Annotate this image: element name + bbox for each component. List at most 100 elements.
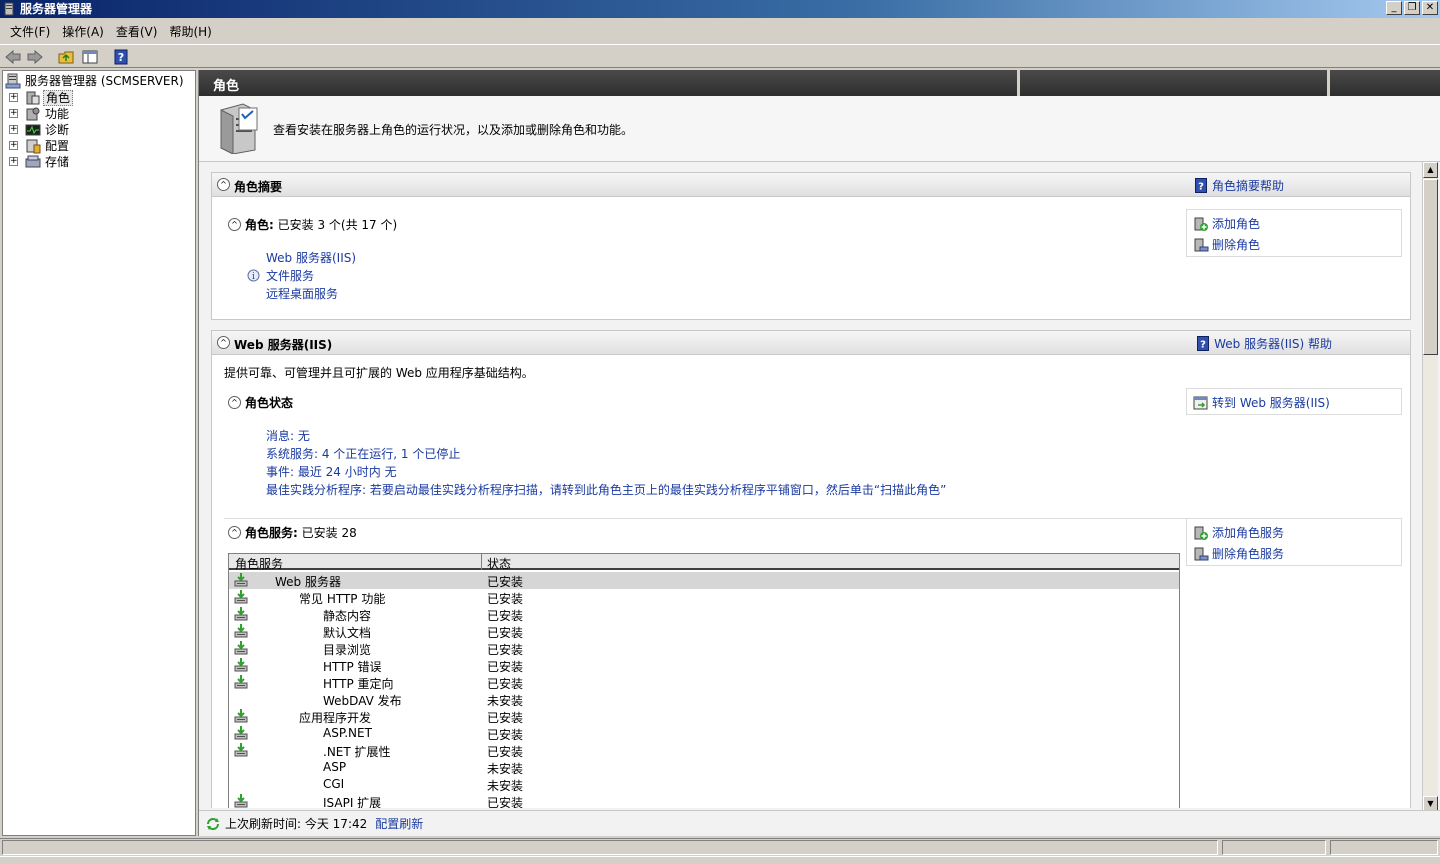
tree-item-configuration[interactable]: + 配置 [9, 138, 71, 154]
info-icon: i [247, 269, 260, 285]
help-icon[interactable]: ? [112, 48, 130, 66]
role-service-status: 已安装 [487, 626, 524, 640]
installed-role-service-icon [233, 640, 249, 656]
table-row[interactable]: ASP.NET 已安装 [229, 725, 1179, 742]
role-service-status: 已安装 [487, 745, 524, 759]
remove-roles-button[interactable]: 删除角色 [1193, 236, 1260, 253]
role-services-list[interactable]: 角色服务 状态 Web 服务器 已安装 常见 HTTP 功能 已安装 静态内容 已安装 默认… [228, 553, 1180, 808]
expand-icon[interactable]: + [9, 109, 18, 118]
taskbar-edge [0, 856, 1440, 864]
table-row[interactable]: Web 服务器 已安装 [229, 572, 1179, 589]
server-manager-icon [4, 2, 14, 16]
vertical-scrollbar[interactable]: ▲ ▼ [1422, 162, 1438, 812]
table-row[interactable]: 应用程序开发 已安装 [229, 708, 1179, 725]
expand-icon[interactable]: + [9, 93, 18, 102]
forward-arrow-icon[interactable] [26, 48, 44, 66]
add-role-icon [1193, 216, 1209, 232]
status-events[interactable]: 事件: 最近 24 小时内 无 [266, 463, 397, 480]
tree-item-storage[interactable]: + 存储 [9, 154, 71, 170]
status-system-services[interactable]: 系统服务: 4 个正在运行, 1 个已停止 [266, 445, 460, 462]
web-server-section: ^ Web 服务器(IIS) ? Web 服务器(IIS) 帮助 提供可靠、可管… [211, 330, 1411, 808]
remove-role-service-icon [1193, 546, 1209, 562]
roles-summary-section: ^ 角色摘要 ? 角色摘要帮助 ^ 角色: 已安装 3 个(共 17 个) We… [211, 172, 1411, 320]
role-service-status: 已安装 [487, 796, 524, 808]
collapse-icon[interactable]: ^ [217, 336, 230, 349]
role-link-remote-desktop[interactable]: 远程桌面服务 [266, 285, 338, 302]
menu-file[interactable]: 文件(F) [4, 22, 56, 42]
collapse-icon[interactable]: ^ [228, 526, 241, 539]
table-row[interactable]: 静态内容 已安装 [229, 606, 1179, 623]
installed-role-service-icon [233, 708, 249, 724]
installed-role-service-icon [233, 674, 249, 690]
table-row[interactable]: CGI 未安装 [229, 776, 1179, 793]
collapse-icon[interactable]: ^ [228, 218, 241, 231]
installed-role-service-icon [233, 657, 249, 673]
table-row[interactable]: HTTP 重定向 已安装 [229, 674, 1179, 691]
table-row[interactable]: 默认文档 已安装 [229, 623, 1179, 640]
configuration-icon [25, 138, 41, 154]
table-row[interactable]: .NET 扩展性 已安装 [229, 742, 1179, 759]
menu-view[interactable]: 查看(V) [110, 22, 164, 42]
goto-web-server-button[interactable]: 转到 Web 服务器(IIS) [1193, 394, 1330, 411]
roles-summary-help-link[interactable]: ? 角色摘要帮助 [1193, 177, 1284, 194]
tree-item-label: 存储 [45, 155, 70, 169]
add-role-services-button[interactable]: 添加角色服务 [1193, 524, 1284, 541]
collapse-icon[interactable]: ^ [228, 396, 241, 409]
tree-item-features[interactable]: + 功能 [9, 106, 71, 122]
table-row[interactable]: 目录浏览 已安装 [229, 640, 1179, 657]
menu-action[interactable]: 操作(A) [56, 22, 110, 42]
content-scroll-area[interactable]: ^ 角色摘要 ? 角色摘要帮助 ^ 角色: 已安装 3 个(共 17 个) We… [199, 162, 1440, 808]
restore-button[interactable]: ❐ [1404, 1, 1420, 15]
tree-root[interactable]: 服务器管理器 (SCMSERVER) [5, 73, 186, 89]
table-row[interactable]: 常见 HTTP 功能 已安装 [229, 589, 1179, 606]
expand-icon[interactable]: + [9, 125, 18, 134]
back-arrow-icon[interactable] [4, 48, 22, 66]
role-service-name: HTTP 重定向 [323, 677, 394, 691]
role-service-name: CGI [323, 777, 345, 791]
status-best-practices[interactable]: 最佳实践分析程序: 若要启动最佳实践分析程序扫描，请转到此角色主页上的最佳实践分… [266, 481, 946, 498]
scroll-thumb[interactable] [1423, 179, 1438, 355]
table-row[interactable]: HTTP 错误 已安装 [229, 657, 1179, 674]
role-status-title: 角色状态 [245, 396, 294, 410]
status-messages[interactable]: 消息: 无 [266, 427, 310, 444]
role-status-actions-box: 转到 Web 服务器(IIS) [1186, 388, 1402, 415]
last-refresh-label: 上次刷新时间: 今天 17:42 [225, 817, 368, 831]
collapse-icon[interactable]: ^ [217, 178, 230, 191]
remove-role-services-button[interactable]: 删除角色服务 [1193, 545, 1284, 562]
svg-text:?: ? [118, 51, 124, 64]
roles-banner-icon [220, 103, 258, 154]
role-link-file-services[interactable]: 文件服务 [266, 267, 314, 284]
configure-refresh-link[interactable]: 配置刷新 [375, 815, 423, 832]
show-hide-console-tree-icon[interactable] [81, 48, 99, 66]
role-service-name: 目录浏览 [323, 643, 372, 657]
title-bar: 服务器管理器 _ ❐ ✕ [0, 0, 1440, 18]
close-button[interactable]: ✕ [1422, 1, 1438, 15]
up-folder-icon[interactable] [57, 48, 75, 66]
menu-help[interactable]: 帮助(H) [163, 22, 217, 42]
diagnostics-icon [25, 122, 41, 138]
scroll-up-icon[interactable]: ▲ [1423, 162, 1438, 178]
storage-icon [25, 154, 41, 170]
table-row[interactable]: WebDAV 发布 未安装 [229, 691, 1179, 708]
minimize-button[interactable]: _ [1386, 1, 1402, 15]
table-row[interactable]: ISAPI 扩展 已安装 [229, 793, 1179, 808]
list-header: 角色服务 状态 [229, 554, 1179, 572]
tree-item-roles[interactable]: + 角色 [9, 90, 74, 106]
refresh-icon [207, 817, 219, 830]
role-service-name: ASP.NET [323, 726, 372, 740]
expand-icon[interactable]: + [9, 141, 18, 150]
tree-item-label: 角色 [43, 90, 74, 106]
web-server-help-link[interactable]: ? Web 服务器(IIS) 帮助 [1195, 335, 1332, 352]
role-link-web-server[interactable]: Web 服务器(IIS) [266, 249, 356, 266]
expand-icon[interactable]: + [9, 157, 18, 166]
column-header-status[interactable]: 状态 [487, 555, 511, 572]
tree-item-diagnostics[interactable]: + 诊断 [9, 122, 71, 138]
remove-role-icon [1193, 237, 1209, 253]
column-header-role-service[interactable]: 角色服务 [235, 555, 283, 572]
table-row[interactable]: ASP 未安装 [229, 759, 1179, 776]
role-services-summary: 角色服务: 已安装 28 [245, 526, 357, 540]
add-roles-button[interactable]: 添加角色 [1193, 215, 1260, 232]
roles-actions-box: 添加角色 删除角色 [1186, 209, 1402, 257]
help-icon: ? [1195, 336, 1211, 352]
svg-text:i: i [252, 272, 255, 282]
